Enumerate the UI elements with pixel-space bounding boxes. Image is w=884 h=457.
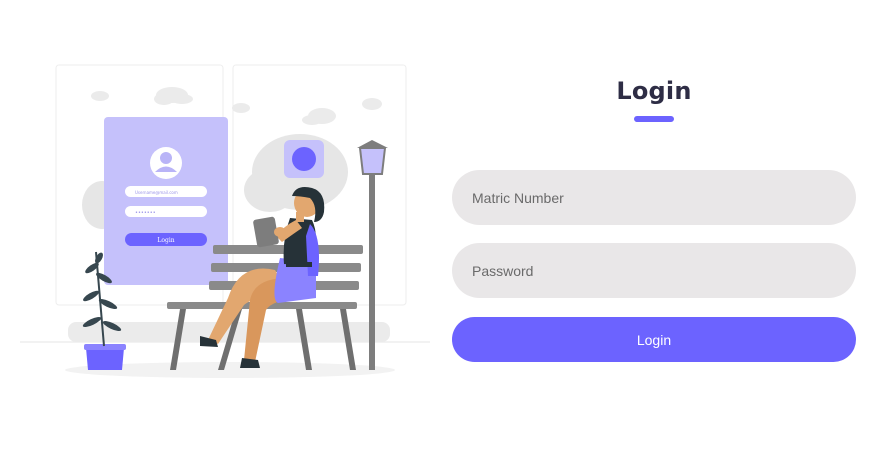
matric-number-input[interactable] [452,170,856,225]
login-page: Username@mail.com ••••••• Login Login Ma… [0,0,884,457]
illustration-login-label: Login [157,237,174,244]
lamp-icon [358,147,387,175]
cloud-icon [91,91,109,101]
login-illustration: Username@mail.com ••••••• Login [0,0,440,457]
illustration-username-text: Username@mail.com [135,190,178,195]
illustration-svg: Username@mail.com ••••••• Login [20,64,430,378]
illustration-password-text: ••••••• [135,210,156,216]
login-title: Login [616,77,692,105]
password-input[interactable] [452,243,856,298]
title-underline [634,116,674,122]
lamp-post [369,170,375,370]
login-form: Login Login [452,0,856,457]
illustration-login-card [104,117,228,285]
cloud-icon [232,103,250,113]
cloud-icon [362,98,382,110]
login-button[interactable]: Login [452,317,856,362]
